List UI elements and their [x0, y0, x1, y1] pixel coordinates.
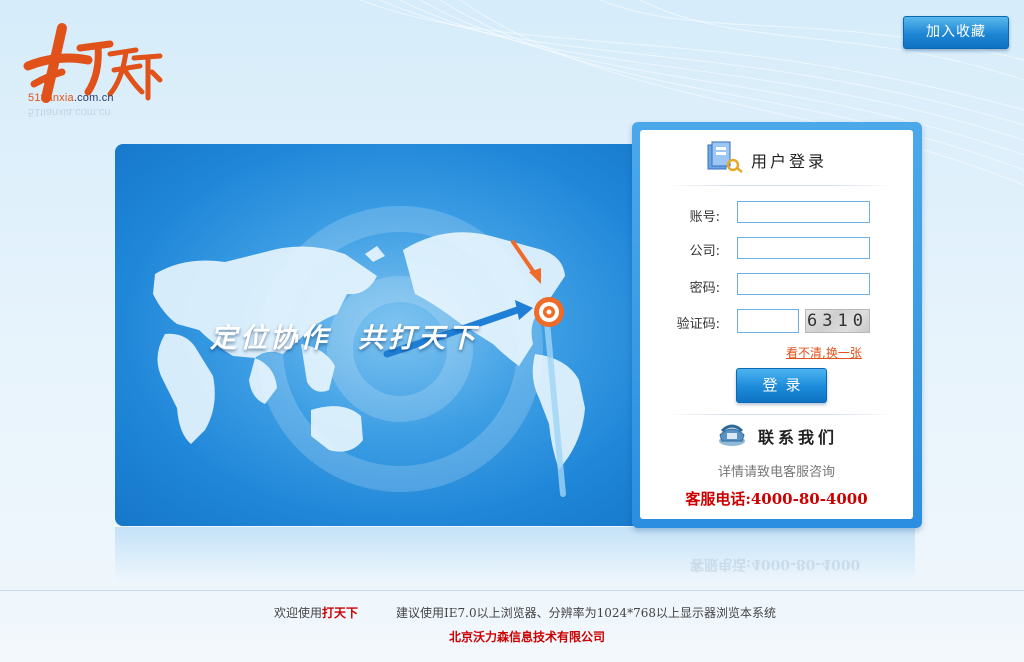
password-input[interactable]	[737, 273, 870, 295]
refresh-captcha-link[interactable]: 看不清,换一张	[786, 344, 862, 361]
logo-domain-prefix: 51tianxia	[28, 92, 74, 104]
logo-domain: 51tianxia.com.cn	[28, 92, 114, 104]
login-title-divider	[665, 185, 895, 186]
contact-title: 联系我们	[758, 428, 839, 447]
captcha-image[interactable]: 6310	[805, 309, 870, 333]
captcha-input[interactable]	[737, 309, 799, 333]
slogan-left: 定位协作	[210, 323, 330, 354]
add-bookmark-button[interactable]: 加入收藏	[903, 16, 1009, 49]
logo-domain-reflection: 51tianxia.com.cn	[28, 106, 111, 118]
banner-slogan: 定位协作 共打天下	[210, 316, 478, 355]
contact-divider	[665, 414, 895, 415]
account-input[interactable]	[737, 201, 870, 223]
footer-company-name: 北京沃力森信息技术有限公司	[449, 630, 606, 644]
phone-icon	[719, 424, 745, 446]
logo-domain-suffix: .com.cn	[73, 92, 114, 104]
company-label: 公司:	[689, 244, 720, 259]
footer-browser-advice: 建议使用IE7.0以上浏览器、分辨率为1024*768以上显示器浏览本系统	[396, 606, 777, 620]
hotline-number: 客服电话:4000-80-4000	[685, 490, 868, 508]
captcha-label: 验证码:	[676, 317, 720, 332]
hotline-reflection: 客服电话:4000-80-4000	[690, 556, 861, 572]
footer-welcome: 欢迎使用打天下	[274, 604, 358, 621]
logo-reflection-suffix: .com.cn	[72, 106, 111, 118]
user-login-icon	[707, 141, 743, 173]
banner: 定位协作 共打天下	[115, 144, 655, 526]
account-label: 账号:	[689, 210, 720, 225]
logo-reflection-prefix: 51tianxia	[28, 106, 73, 118]
footer-welcome-prefix: 欢迎使用	[274, 606, 323, 620]
slogan-right: 共打天下	[358, 323, 478, 354]
footer-brand: 打天下	[322, 606, 359, 620]
login-submit-button[interactable]: 登录	[736, 368, 827, 403]
footer-divider	[0, 590, 1024, 591]
login-title: 用户登录	[751, 152, 828, 171]
contact-subtitle: 详情请致电客服咨询	[717, 465, 835, 480]
password-label: 密码:	[689, 281, 720, 296]
company-input[interactable]	[737, 237, 870, 259]
